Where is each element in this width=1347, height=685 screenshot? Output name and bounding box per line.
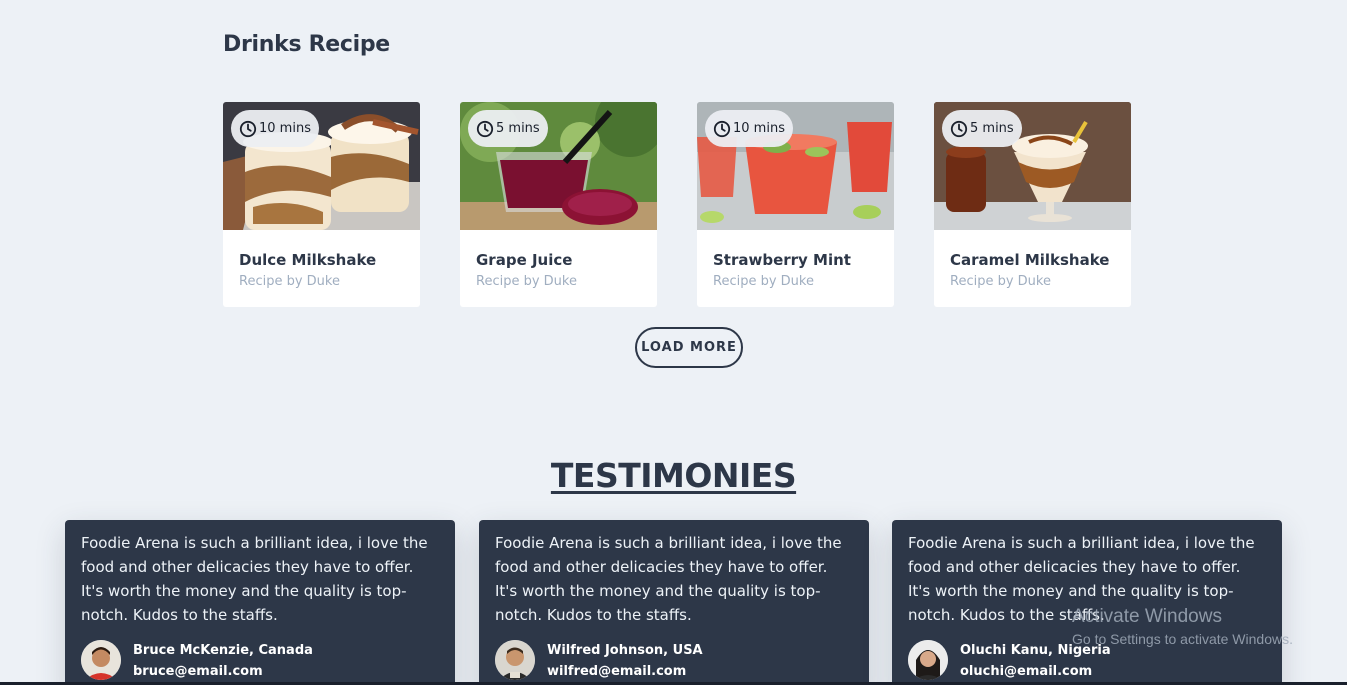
prep-time-badge: 5 mins xyxy=(942,110,1022,147)
watermark-subtitle: Go to Settings to activate Windows. xyxy=(1072,631,1293,647)
clock-icon xyxy=(239,120,257,137)
recipe-image: 5 mins xyxy=(460,102,657,230)
recipe-image: 5 mins xyxy=(934,102,1131,230)
avatar xyxy=(81,640,121,680)
avatar xyxy=(495,640,535,680)
clock-icon xyxy=(950,120,968,137)
drinks-section-title: Drinks Recipe xyxy=(223,32,390,57)
recipe-image: 10 mins xyxy=(697,102,894,230)
recipe-name: Dulce Milkshake xyxy=(239,251,377,269)
recipe-author: Recipe by Duke xyxy=(713,274,814,289)
testimonial-quote: Foodie Arena is such a brilliant idea, i… xyxy=(495,534,842,624)
clock-icon xyxy=(713,120,731,137)
testimonial-author: Wilfred Johnson, USA xyxy=(547,643,703,658)
testimonial-author: Bruce McKenzie, Canada xyxy=(133,643,313,658)
load-more-button[interactable]: LOAD MORE xyxy=(635,327,743,368)
recipe-card-strawberry-mint[interactable]: 10 mins Strawberry Mint Recipe by Duke xyxy=(697,102,894,307)
prep-time-badge: 10 mins xyxy=(705,110,793,147)
testimonial-card: Foodie Arena is such a brilliant idea, i… xyxy=(65,520,455,685)
testimonies-title: TESTIMONIES xyxy=(550,456,797,495)
testimonial-email: oluchi@email.com xyxy=(960,664,1093,679)
windows-activation-watermark: Activate Windows Go to Settings to activ… xyxy=(1072,606,1293,647)
recipe-name: Strawberry Mint xyxy=(713,251,851,269)
testimonial-quote: Foodie Arena is such a brilliant idea, i… xyxy=(81,534,428,624)
recipe-name: Grape Juice xyxy=(476,251,573,269)
recipe-card-caramel-milkshake[interactable]: 5 mins Caramel Milkshake Recipe by Duke xyxy=(934,102,1131,307)
watermark-title: Activate Windows xyxy=(1072,606,1222,627)
testimonial-card: Foodie Arena is such a brilliant idea, i… xyxy=(892,520,1282,685)
recipe-author: Recipe by Duke xyxy=(239,274,340,289)
recipe-card-grape-juice[interactable]: 5 mins Grape Juice Recipe by Duke xyxy=(460,102,657,307)
prep-time-label: 10 mins xyxy=(259,121,311,136)
recipe-card-dulce-milkshake[interactable]: 10 mins Dulce Milkshake Recipe by Duke xyxy=(223,102,420,307)
recipe-author: Recipe by Duke xyxy=(950,274,1051,289)
testimonial-card: Foodie Arena is such a brilliant idea, i… xyxy=(479,520,869,685)
recipe-image: 10 mins xyxy=(223,102,420,230)
prep-time-label: 10 mins xyxy=(733,121,785,136)
prep-time-badge: 5 mins xyxy=(468,110,548,147)
testimonial-email: bruce@email.com xyxy=(133,664,263,679)
recipe-name: Caramel Milkshake xyxy=(950,251,1110,269)
avatar xyxy=(908,640,948,680)
testimonial-email: wilfred@email.com xyxy=(547,664,687,679)
prep-time-label: 5 mins xyxy=(970,121,1014,136)
prep-time-badge: 10 mins xyxy=(231,110,319,147)
clock-icon xyxy=(476,120,494,137)
prep-time-label: 5 mins xyxy=(496,121,540,136)
recipe-author: Recipe by Duke xyxy=(476,274,577,289)
